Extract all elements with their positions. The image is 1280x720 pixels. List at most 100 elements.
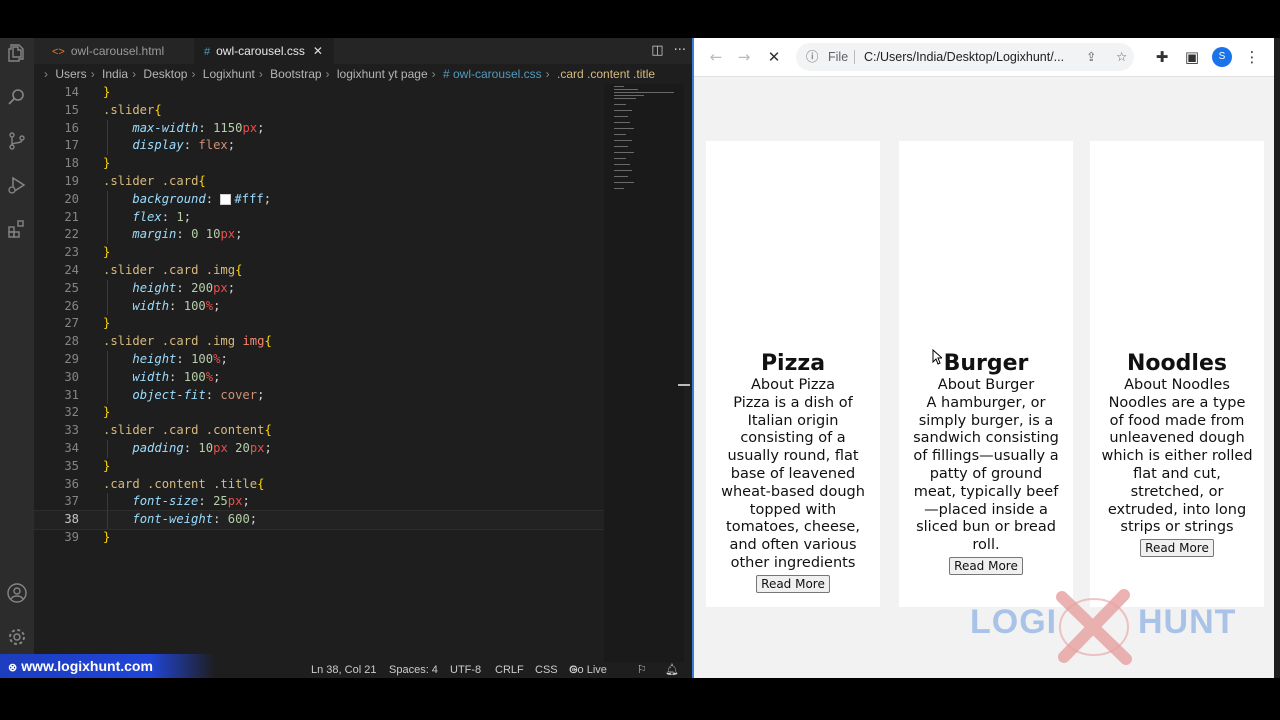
status-eol[interactable]: CRLF [495,662,524,678]
indent-guide [107,493,108,529]
minimap[interactable] [604,84,684,662]
status-encoding[interactable]: UTF-8 [450,662,481,678]
address-bar[interactable]: ⓘ File C:/Users/India/Desktop/Logixhunt/… [796,43,1134,71]
code-line[interactable]: 38 font-weight: 600; [33,510,605,530]
chevron-right-icon: › [431,67,436,81]
code-line[interactable]: 30 width: 100%; [34,369,604,387]
chevron-right-icon: › [258,67,263,81]
code-line[interactable]: 35} [34,458,604,476]
close-tab-icon[interactable]: ✕ [313,44,323,58]
scrollbar-thumb[interactable] [678,384,690,386]
chevron-right-icon: › [325,67,330,81]
status-indentation[interactable]: Spaces: 4 [389,662,438,678]
extensions-icon[interactable] [6,218,28,240]
breadcrumb-item[interactable]: logixhunt yt page [337,67,428,81]
code-line[interactable]: 32} [34,404,604,422]
code-editor[interactable]: 14} 15 .slider{16 max-width: 1150px; 17 dis… [33,84,605,662]
code-line[interactable]: 27} [34,315,604,333]
breadcrumb-item[interactable]: Bootstrap [270,67,321,81]
code-line[interactable]: 23} [34,244,604,262]
code-text: } [103,458,111,473]
code-text: .slider{ [103,102,162,117]
search-icon[interactable] [6,86,28,108]
breadcrumb-item[interactable]: .card .content .title [557,67,655,81]
breadcrumb-item[interactable]: Desktop [143,67,187,81]
code-text: } [103,530,111,544]
breadcrumb-item[interactable]: Users [55,67,86,81]
back-arrow-icon[interactable]: ← [706,47,726,67]
code-line[interactable]: 36 .card .content .title{ [34,476,604,494]
code-line[interactable]: 24 .slider .card .img{ [34,262,604,280]
feedback-icon[interactable]: ⚐ [637,662,647,678]
split-editor-icon[interactable]: ◫ [651,43,663,58]
code-line[interactable]: 21 flex: 1; [34,209,604,227]
card-image [1090,141,1264,341]
breadcrumb-item[interactable]: Logixhunt [203,67,255,81]
status-language[interactable]: CSS [535,662,558,678]
code-text: } [103,405,111,420]
url-text[interactable]: C:/Users/India/Desktop/Logixhunt/... [864,43,1064,71]
logo-x-icon [1056,589,1132,665]
code-line[interactable]: 15 .slider{ [34,102,604,120]
card-description: A hamburger, or simply burger, is a sand… [913,394,1059,554]
code-line[interactable]: 26 width: 100%; [34,298,604,316]
line-number: 34 [64,441,79,455]
more-actions-icon[interactable]: ··· [674,43,686,58]
read-more-button[interactable]: Read More [1140,539,1214,558]
breadcrumb-item[interactable]: # owl-carousel.css [443,67,542,81]
code-line[interactable]: 39} [34,529,604,547]
code-line[interactable]: 34 padding: 10px 20px; [34,440,604,458]
run-debug-icon[interactable] [6,174,28,196]
card-title: Noodles [1127,351,1227,376]
code-text: margin: 0 10px; [132,227,243,242]
watermark-url: ⊗ www.logixhunt.com [0,654,215,678]
forward-arrow-icon[interactable]: → [734,47,754,67]
source-control-icon[interactable] [6,130,28,152]
code-line[interactable]: 20 background: #fff; [34,191,604,209]
notifications-bell-icon[interactable]: 🔔︎ [665,662,679,678]
code-line[interactable]: 29 height: 100%; [34,351,604,369]
code-text: flex: 1; [132,209,192,224]
account-icon[interactable] [6,582,28,604]
explorer-icon[interactable] [6,42,28,64]
read-more-button[interactable]: Read More [756,574,830,593]
status-cursor-position[interactable]: Ln 38, Col 21 [311,662,376,678]
menu-kebab-icon[interactable]: ⋮ [1242,47,1262,67]
code-text: max-width: 1150px; [132,120,265,135]
code-text: .card .content .title{ [103,476,265,491]
breadcrumb-item[interactable]: India [102,67,128,81]
bookmark-star-icon[interactable]: ☆ [1116,43,1127,71]
mouse-cursor-icon [932,349,942,365]
tab-label: owl-carousel.css [216,44,305,58]
page-viewport: Pizza About Pizza Pizza is a dish of Ita… [694,77,1274,678]
profile-avatar[interactable]: S [1212,47,1232,67]
info-icon[interactable]: ⓘ [806,43,819,71]
code-line[interactable]: 37 font-size: 25px; [34,493,604,511]
code-line[interactable]: 31 object-fit: cover; [34,387,604,405]
line-number: 28 [64,334,79,349]
line-number: 16 [64,120,79,135]
code-line[interactable]: 16 max-width: 1150px; [34,120,604,138]
read-more-button[interactable]: Read More [949,556,1023,575]
tab-owl-carousel-css[interactable]: # owl-carousel.css ✕ [194,38,334,64]
extensions-puzzle-icon[interactable]: ✚ [1152,47,1172,67]
code-line[interactable]: 28 .slider .card .img img{ [34,333,604,351]
stop-loading-icon[interactable]: ✕ [764,47,784,67]
share-icon[interactable]: ⇪ [1086,43,1096,71]
card-subtitle: About Burger [937,377,1035,393]
code-text: .slider .card .img{ [103,263,243,277]
code-line[interactable]: 19 .slider .card{ [34,173,604,191]
line-number: 15 [64,102,79,117]
settings-gear-icon[interactable] [6,626,28,648]
line-number: 23 [64,245,79,260]
code-line[interactable]: 14} [34,84,604,102]
code-line[interactable]: 22 margin: 0 10px; [34,226,604,244]
side-panel-icon[interactable]: ▣ [1182,47,1202,67]
tab-owl-carousel-html[interactable]: <> owl-carousel.html [42,38,184,64]
code-line[interactable]: 33 .slider .card .content{ [34,422,604,440]
code-text: .slider .card .content{ [103,423,272,438]
code-line[interactable]: 18} [34,155,604,173]
code-line[interactable]: 25 height: 200px; [34,280,604,298]
card-image [899,141,1073,341]
code-line[interactable]: 17 display: flex; [34,137,604,155]
